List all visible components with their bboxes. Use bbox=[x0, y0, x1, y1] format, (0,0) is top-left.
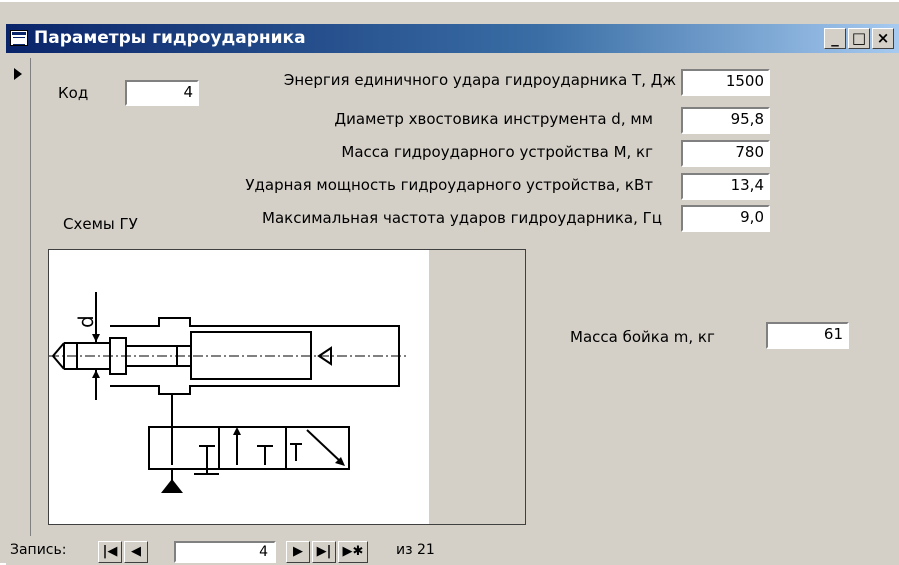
kod-field[interactable]: 4 bbox=[125, 80, 199, 106]
current-record-icon bbox=[14, 68, 22, 80]
device-mass-label: Масса гидроударного устройства М, кг bbox=[341, 143, 653, 161]
record-navigator: Запись: |◀ ◀ 4 ▶ ▶| ▶✱ из 21 bbox=[6, 538, 899, 565]
first-record-button[interactable]: |◀ bbox=[98, 541, 122, 563]
next-record-icon: ▶ bbox=[293, 544, 303, 559]
last-record-button[interactable]: ▶| bbox=[312, 541, 336, 563]
hydraulic-hammer-diagram: d bbox=[49, 292, 409, 493]
kod-label: Код bbox=[58, 84, 89, 102]
impact-power-field[interactable]: 13,4 bbox=[681, 173, 770, 200]
window-title: Параметры гидроударника bbox=[34, 28, 306, 48]
close-button[interactable]: × bbox=[872, 28, 894, 49]
prev-record-button[interactable]: ◀ bbox=[124, 541, 148, 563]
title-bar[interactable]: Параметры гидроударника _ □ × bbox=[6, 24, 899, 53]
record-count: из 21 bbox=[396, 542, 435, 558]
access-form-window: Параметры гидроударника _ □ × Код 4 Энер… bbox=[0, 0, 899, 565]
device-mass-field[interactable]: 780 bbox=[681, 140, 770, 167]
diameter-letter: d bbox=[74, 315, 98, 328]
prev-record-icon: ◀ bbox=[131, 544, 141, 559]
record-label: Запись: bbox=[10, 542, 67, 558]
max-frequency-field[interactable]: 9,0 bbox=[681, 205, 770, 232]
current-record-field[interactable]: 4 bbox=[174, 541, 276, 563]
minimize-button[interactable]: _ bbox=[824, 28, 846, 49]
record-selector[interactable] bbox=[8, 58, 31, 536]
maximize-button[interactable]: □ bbox=[848, 28, 870, 49]
last-record-icon: ▶| bbox=[316, 544, 332, 559]
form-icon[interactable] bbox=[10, 30, 28, 46]
striker-mass-label: Масса бойка m, кг bbox=[570, 328, 715, 346]
new-record-icon: ▶✱ bbox=[342, 544, 364, 559]
energy-label: Энергия единичного удара гидроударника Т… bbox=[283, 71, 676, 89]
energy-field[interactable]: 1500 bbox=[681, 69, 770, 96]
max-frequency-label: Максимальная частота ударов гидроударник… bbox=[262, 209, 662, 227]
scheme-image-frame[interactable]: d bbox=[48, 249, 526, 525]
scheme-image: d bbox=[49, 250, 429, 524]
next-record-button[interactable]: ▶ bbox=[286, 541, 310, 563]
shank-diameter-field[interactable]: 95,8 bbox=[681, 107, 770, 134]
new-record-button[interactable]: ▶✱ bbox=[338, 541, 368, 563]
impact-power-label: Ударная мощность гидроударного устройств… bbox=[245, 176, 653, 194]
shank-diameter-label: Диаметр хвостовика инструмента d, мм bbox=[334, 110, 653, 128]
first-record-icon: |◀ bbox=[102, 544, 118, 559]
schemes-label: Схемы ГУ bbox=[63, 215, 138, 233]
striker-mass-field[interactable]: 61 bbox=[766, 322, 849, 349]
